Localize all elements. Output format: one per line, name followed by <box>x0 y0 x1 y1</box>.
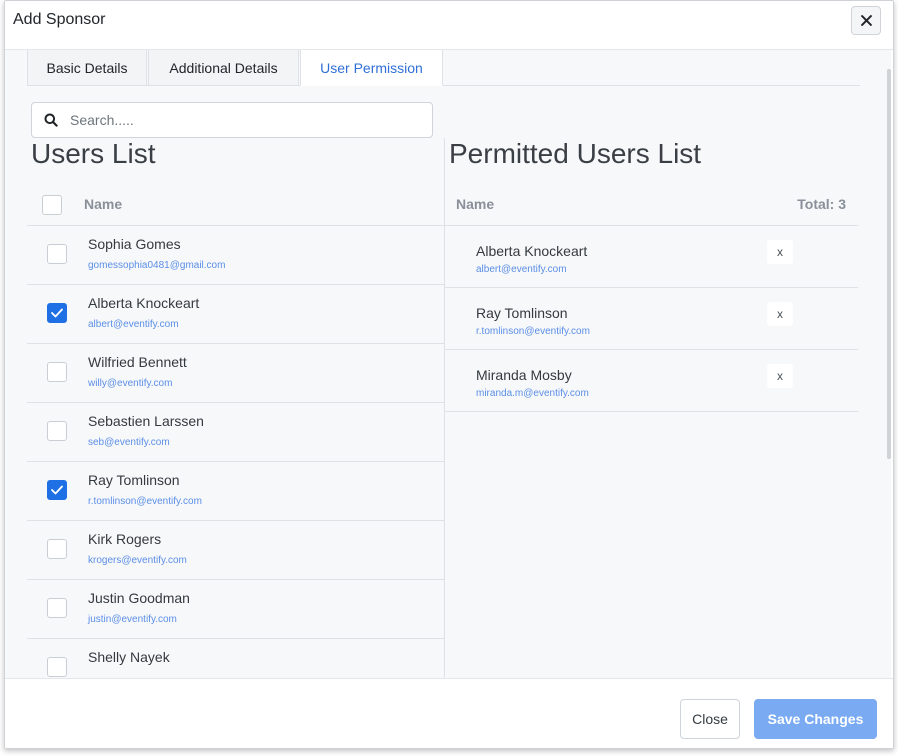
add-sponsor-modal: Add Sponsor Basic Details Additional Det… <box>4 0 894 749</box>
remove-user-button[interactable]: x <box>767 302 793 326</box>
user-name: Sebastien Larssen <box>88 413 204 429</box>
permitted-user-row: Ray Tomlinson r.tomlinson@eventify.com x <box>445 288 858 350</box>
remove-user-button[interactable]: x <box>767 240 793 264</box>
user-name: Justin Goodman <box>88 590 190 606</box>
permitted-users-list-title: Permitted Users List <box>449 138 702 169</box>
user-email: willy@eventify.com <box>88 378 173 389</box>
user-row: Alberta Knockeart albert@eventify.com <box>27 285 445 344</box>
tab-user-permission[interactable]: User Permission <box>300 50 443 86</box>
modal-close-button[interactable] <box>851 6 881 35</box>
scrollbar[interactable] <box>887 69 891 459</box>
save-changes-button[interactable]: Save Changes <box>754 699 877 739</box>
permitted-user-email: albert@eventify.com <box>476 264 567 275</box>
permitted-user-row: Miranda Mosby miranda.m@eventify.com x <box>445 350 858 412</box>
user-checkbox[interactable] <box>47 657 67 677</box>
user-name: Alberta Knockeart <box>88 295 200 311</box>
search-icon <box>32 113 70 127</box>
select-all-checkbox[interactable] <box>42 195 62 215</box>
modal-header: Add Sponsor <box>5 1 893 50</box>
users-name-header: Name <box>84 196 123 212</box>
user-checkbox[interactable] <box>47 303 67 323</box>
users-list-header: Name <box>27 184 445 226</box>
user-name: Ray Tomlinson <box>88 472 180 488</box>
permitted-name-header: Name <box>456 196 495 212</box>
permitted-user-row: Alberta Knockeart albert@eventify.com x <box>445 226 858 288</box>
permitted-user-name: Miranda Mosby <box>476 367 572 383</box>
modal-title: Add Sponsor <box>13 11 106 28</box>
user-checkbox[interactable] <box>47 362 67 382</box>
user-email: seb@eventify.com <box>88 437 170 448</box>
modal-body: Basic Details Additional Details User Pe… <box>5 50 891 678</box>
user-row: Wilfried Bennett willy@eventify.com <box>27 344 445 403</box>
user-email: krogers@eventify.com <box>88 555 187 566</box>
permitted-list-header: Name Total: 3 <box>445 184 858 226</box>
user-email: justin@eventify.com <box>88 614 177 625</box>
user-name: Kirk Rogers <box>88 531 162 547</box>
checkmark-icon <box>51 485 63 495</box>
permitted-users-list: Alberta Knockeart albert@eventify.com x Ray… <box>445 226 858 412</box>
user-row: Sophia Gomes gomessophia0481@gmail.com <box>27 226 445 285</box>
modal-footer: Close Save Changes <box>5 678 893 748</box>
user-row: Shelly Nayek <box>27 639 445 678</box>
permitted-user-email: r.tomlinson@eventify.com <box>476 326 590 337</box>
users-list: Sophia Gomes gomessophia0481@gmail.com Alb… <box>27 226 445 678</box>
user-checkbox[interactable] <box>47 480 67 500</box>
search-input[interactable] <box>70 112 410 128</box>
search-box <box>31 102 433 138</box>
user-email: r.tomlinson@eventify.com <box>88 496 202 507</box>
permitted-user-name: Ray Tomlinson <box>476 305 568 321</box>
user-checkbox[interactable] <box>47 421 67 441</box>
user-checkbox[interactable] <box>47 598 67 618</box>
close-button[interactable]: Close <box>680 699 740 739</box>
user-name: Sophia Gomes <box>88 236 181 252</box>
checkmark-icon <box>51 308 63 318</box>
user-email: albert@eventify.com <box>88 319 179 330</box>
tab-basic-details[interactable]: Basic Details <box>27 50 147 86</box>
user-checkbox[interactable] <box>47 244 67 264</box>
tab-bar: Basic Details Additional Details User Pe… <box>27 50 860 86</box>
user-row: Kirk Rogers krogers@eventify.com <box>27 521 445 580</box>
permitted-user-name: Alberta Knockeart <box>476 243 588 259</box>
users-list-title: Users List <box>31 138 156 169</box>
permitted-user-email: miranda.m@eventify.com <box>476 388 589 399</box>
user-row: Justin Goodman justin@eventify.com <box>27 580 445 639</box>
tab-additional-details[interactable]: Additional Details <box>148 50 299 86</box>
close-icon <box>860 15 872 26</box>
permitted-total-count: Total: 3 <box>797 196 846 212</box>
user-row: Sebastien Larssen seb@eventify.com <box>27 403 445 462</box>
user-name: Shelly Nayek <box>88 649 170 665</box>
user-checkbox[interactable] <box>47 539 67 559</box>
remove-user-button[interactable]: x <box>767 364 793 388</box>
user-name: Wilfried Bennett <box>88 354 187 370</box>
user-row: Ray Tomlinson r.tomlinson@eventify.com <box>27 462 445 521</box>
user-email: gomessophia0481@gmail.com <box>88 260 226 271</box>
